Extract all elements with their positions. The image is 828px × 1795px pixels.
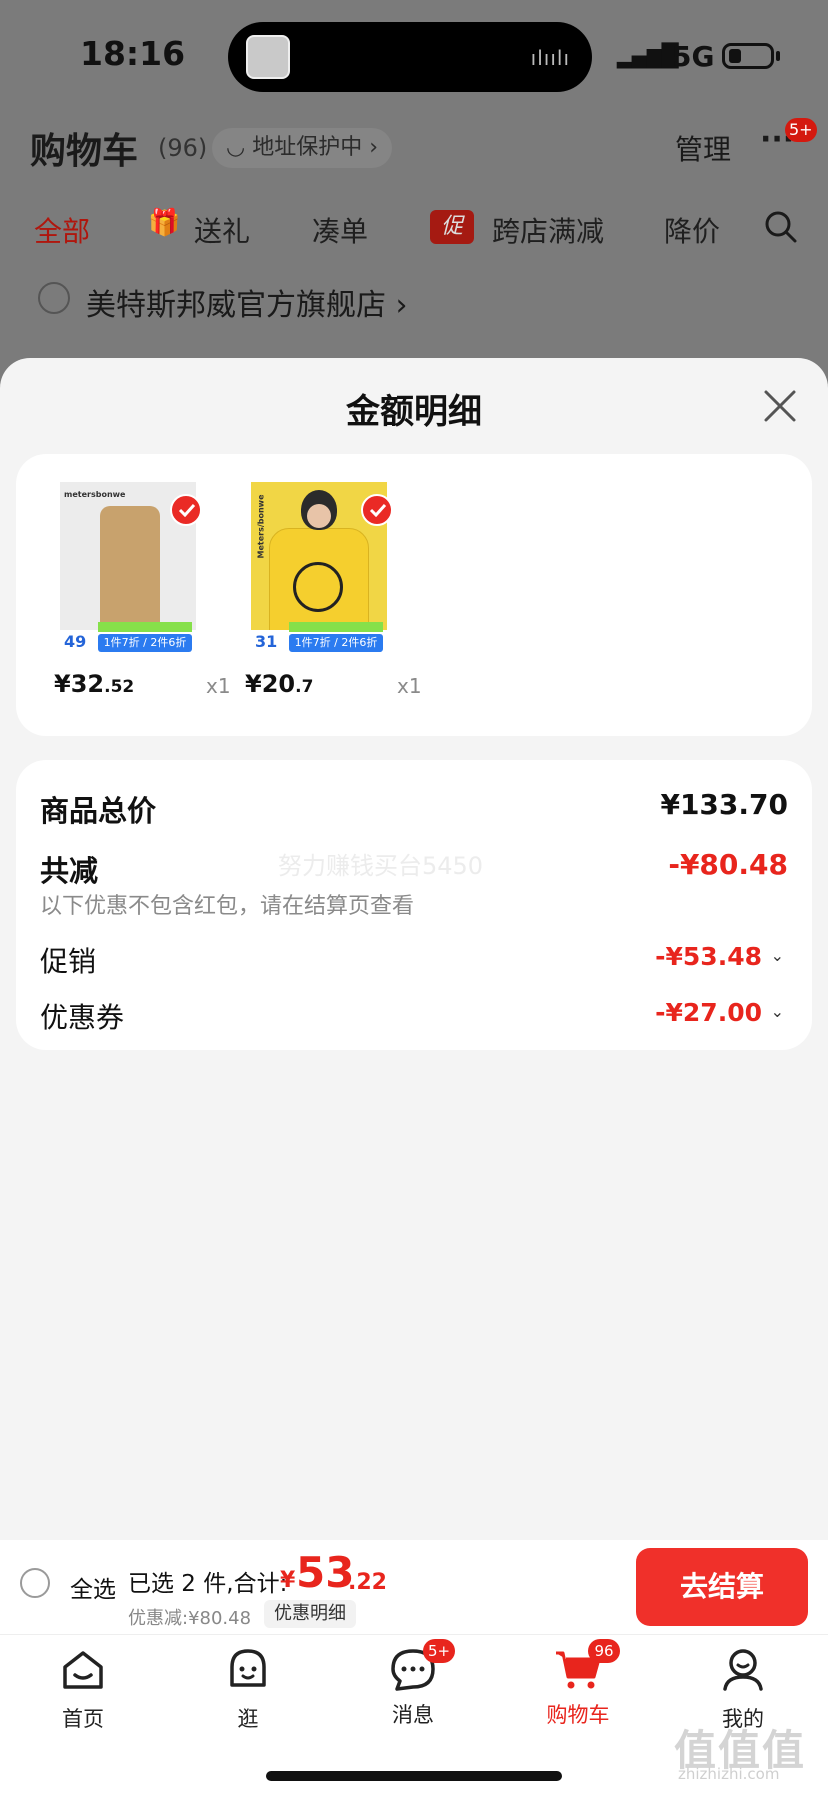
products-card: metersbonwe 49 1件7折 / 2件6折 ¥32.52 x1 Met…: [16, 454, 812, 736]
coupon-label: 优惠券: [40, 1001, 125, 1034]
select-all-label[interactable]: 全选: [70, 1570, 116, 1604]
signal-icon: ▂▄▆█: [617, 44, 679, 69]
tab-home[interactable]: 首页: [28, 1645, 138, 1733]
product-tag-price: 49: [64, 632, 87, 651]
home-icon: [63, 1651, 103, 1689]
page-title: 购物车: [30, 131, 139, 172]
audio-wave-icon: ılıılı: [530, 46, 570, 70]
status-time: 18:16: [80, 34, 186, 73]
tab-browse[interactable]: 逛: [193, 1645, 303, 1733]
close-icon[interactable]: [760, 386, 800, 426]
total-label: 商品总价: [40, 794, 157, 828]
promo-value[interactable]: -¥53.48: [655, 942, 762, 971]
promo-label: 促销: [40, 945, 97, 978]
chevron-down-icon[interactable]: ⌄: [771, 1002, 784, 1021]
tab-label: 购物车: [546, 1703, 610, 1727]
site-watermark-url: zhizhizhi.com: [678, 1765, 780, 1783]
product-offer: 1件7折 / 2件6折: [289, 634, 383, 652]
battery-cap: [776, 51, 780, 61]
total-decimal: .22: [348, 1570, 387, 1595]
tab-cart[interactable]: 96 购物车: [523, 1639, 633, 1729]
status-bar: 18:16 ılıılı ▂▄▆█ 5G: [0, 0, 828, 110]
product-qty: x1: [206, 674, 231, 698]
reduce-note: 以下优惠不包含红包，请在结算页查看: [40, 894, 415, 919]
product-qty: x1: [397, 674, 422, 698]
product-brand: Meters/bonwe: [256, 494, 266, 559]
network-type: 5G: [672, 40, 715, 73]
tab-all[interactable]: 全部: [34, 210, 90, 250]
product-price: ¥20.7: [245, 670, 314, 698]
sheet-title: 金额明细: [346, 392, 482, 432]
address-protect-pill[interactable]: ◡ 地址保护中 ›: [212, 128, 392, 168]
battery-icon: [722, 43, 774, 69]
profile-icon: [723, 1649, 763, 1691]
face-icon: [230, 1649, 266, 1687]
reduce-label: 共减: [40, 854, 99, 888]
selected-check-icon[interactable]: [361, 494, 393, 526]
cart-badge: 96: [588, 1639, 620, 1663]
discount-text: 优惠减:¥80.48: [128, 1608, 252, 1629]
tab-messages[interactable]: 5+ 消息: [358, 1639, 468, 1729]
product-banner: 49 1件7折 / 2件6折: [60, 622, 196, 658]
promo-icon: 促: [430, 210, 474, 244]
product-offer: 1件7折 / 2件6折: [98, 634, 192, 652]
chevron-down-icon[interactable]: ⌄: [771, 946, 784, 965]
checkout-button[interactable]: 去结算: [636, 1548, 808, 1626]
price-summary-card: 努力赚钱买台5450 商品总价 ¥133.70 共减 -¥80.48 以下优惠不…: [16, 760, 812, 1050]
tab-cross-store[interactable]: 跨店满减: [492, 210, 604, 250]
coupon-value[interactable]: -¥27.00: [655, 998, 762, 1027]
media-thumbnail: [246, 35, 290, 79]
checkout-bar: 全选 已选 2 件,合计: ¥ 53 .22 优惠减:¥80.48 优惠明细 去…: [0, 1540, 828, 1634]
user-watermark: 努力赚钱买台5450: [278, 852, 484, 880]
reduce-value: -¥80.48: [668, 848, 788, 881]
filter-tabs: 全部 🎁 送礼 凑单 跨店满减 降价: [0, 206, 828, 254]
search-icon[interactable]: [764, 210, 798, 244]
store-name[interactable]: 美特斯邦威官方旗舰店 ›: [86, 280, 408, 324]
tab-label: 消息: [392, 1703, 434, 1727]
dynamic-island: ılıılı: [228, 22, 592, 92]
address-protect-label: 地址保护中 ›: [252, 135, 378, 160]
store-select-radio[interactable]: [38, 282, 70, 314]
gift-icon: 🎁: [148, 208, 181, 238]
shield-icon: ◡: [226, 135, 253, 160]
pants-image: [100, 506, 160, 636]
selected-check-icon[interactable]: [170, 494, 202, 526]
more-badge: 5+: [785, 118, 817, 142]
cart-count: (96): [158, 134, 208, 162]
tab-bundle[interactable]: 凑单: [312, 210, 368, 250]
manage-button[interactable]: 管理: [675, 128, 731, 168]
select-all-radio[interactable]: [20, 1568, 50, 1598]
message-badge: 5+: [423, 1639, 456, 1663]
background-page: 18:16 ılıılı ▂▄▆█ 5G 购物车 (96) ◡ 地址保护中 › …: [0, 0, 828, 420]
tab-label: 逛: [237, 1707, 259, 1731]
tab-label: 首页: [62, 1707, 104, 1731]
product-price: ¥32.52: [54, 670, 135, 698]
tab-gift[interactable]: 送礼: [194, 210, 250, 250]
bottom-tab-bar: 首页 逛 5+ 消息 96 购物车 我的 值值值 zhizhizhi.com: [0, 1634, 828, 1795]
total-integer: 53: [296, 1548, 355, 1597]
home-indicator: [266, 1771, 562, 1781]
product-brand: metersbonwe: [64, 490, 126, 499]
tab-price-drop[interactable]: 降价: [664, 210, 720, 250]
total-currency: ¥: [280, 1568, 296, 1593]
product-tag-price: 31: [255, 632, 278, 651]
product-banner: 31 1件7折 / 2件6折: [251, 622, 387, 658]
discount-detail-button[interactable]: 优惠明细: [264, 1600, 356, 1628]
total-value: ¥133.70: [660, 788, 788, 821]
selected-summary: 已选 2 件,合计:: [128, 1571, 288, 1597]
